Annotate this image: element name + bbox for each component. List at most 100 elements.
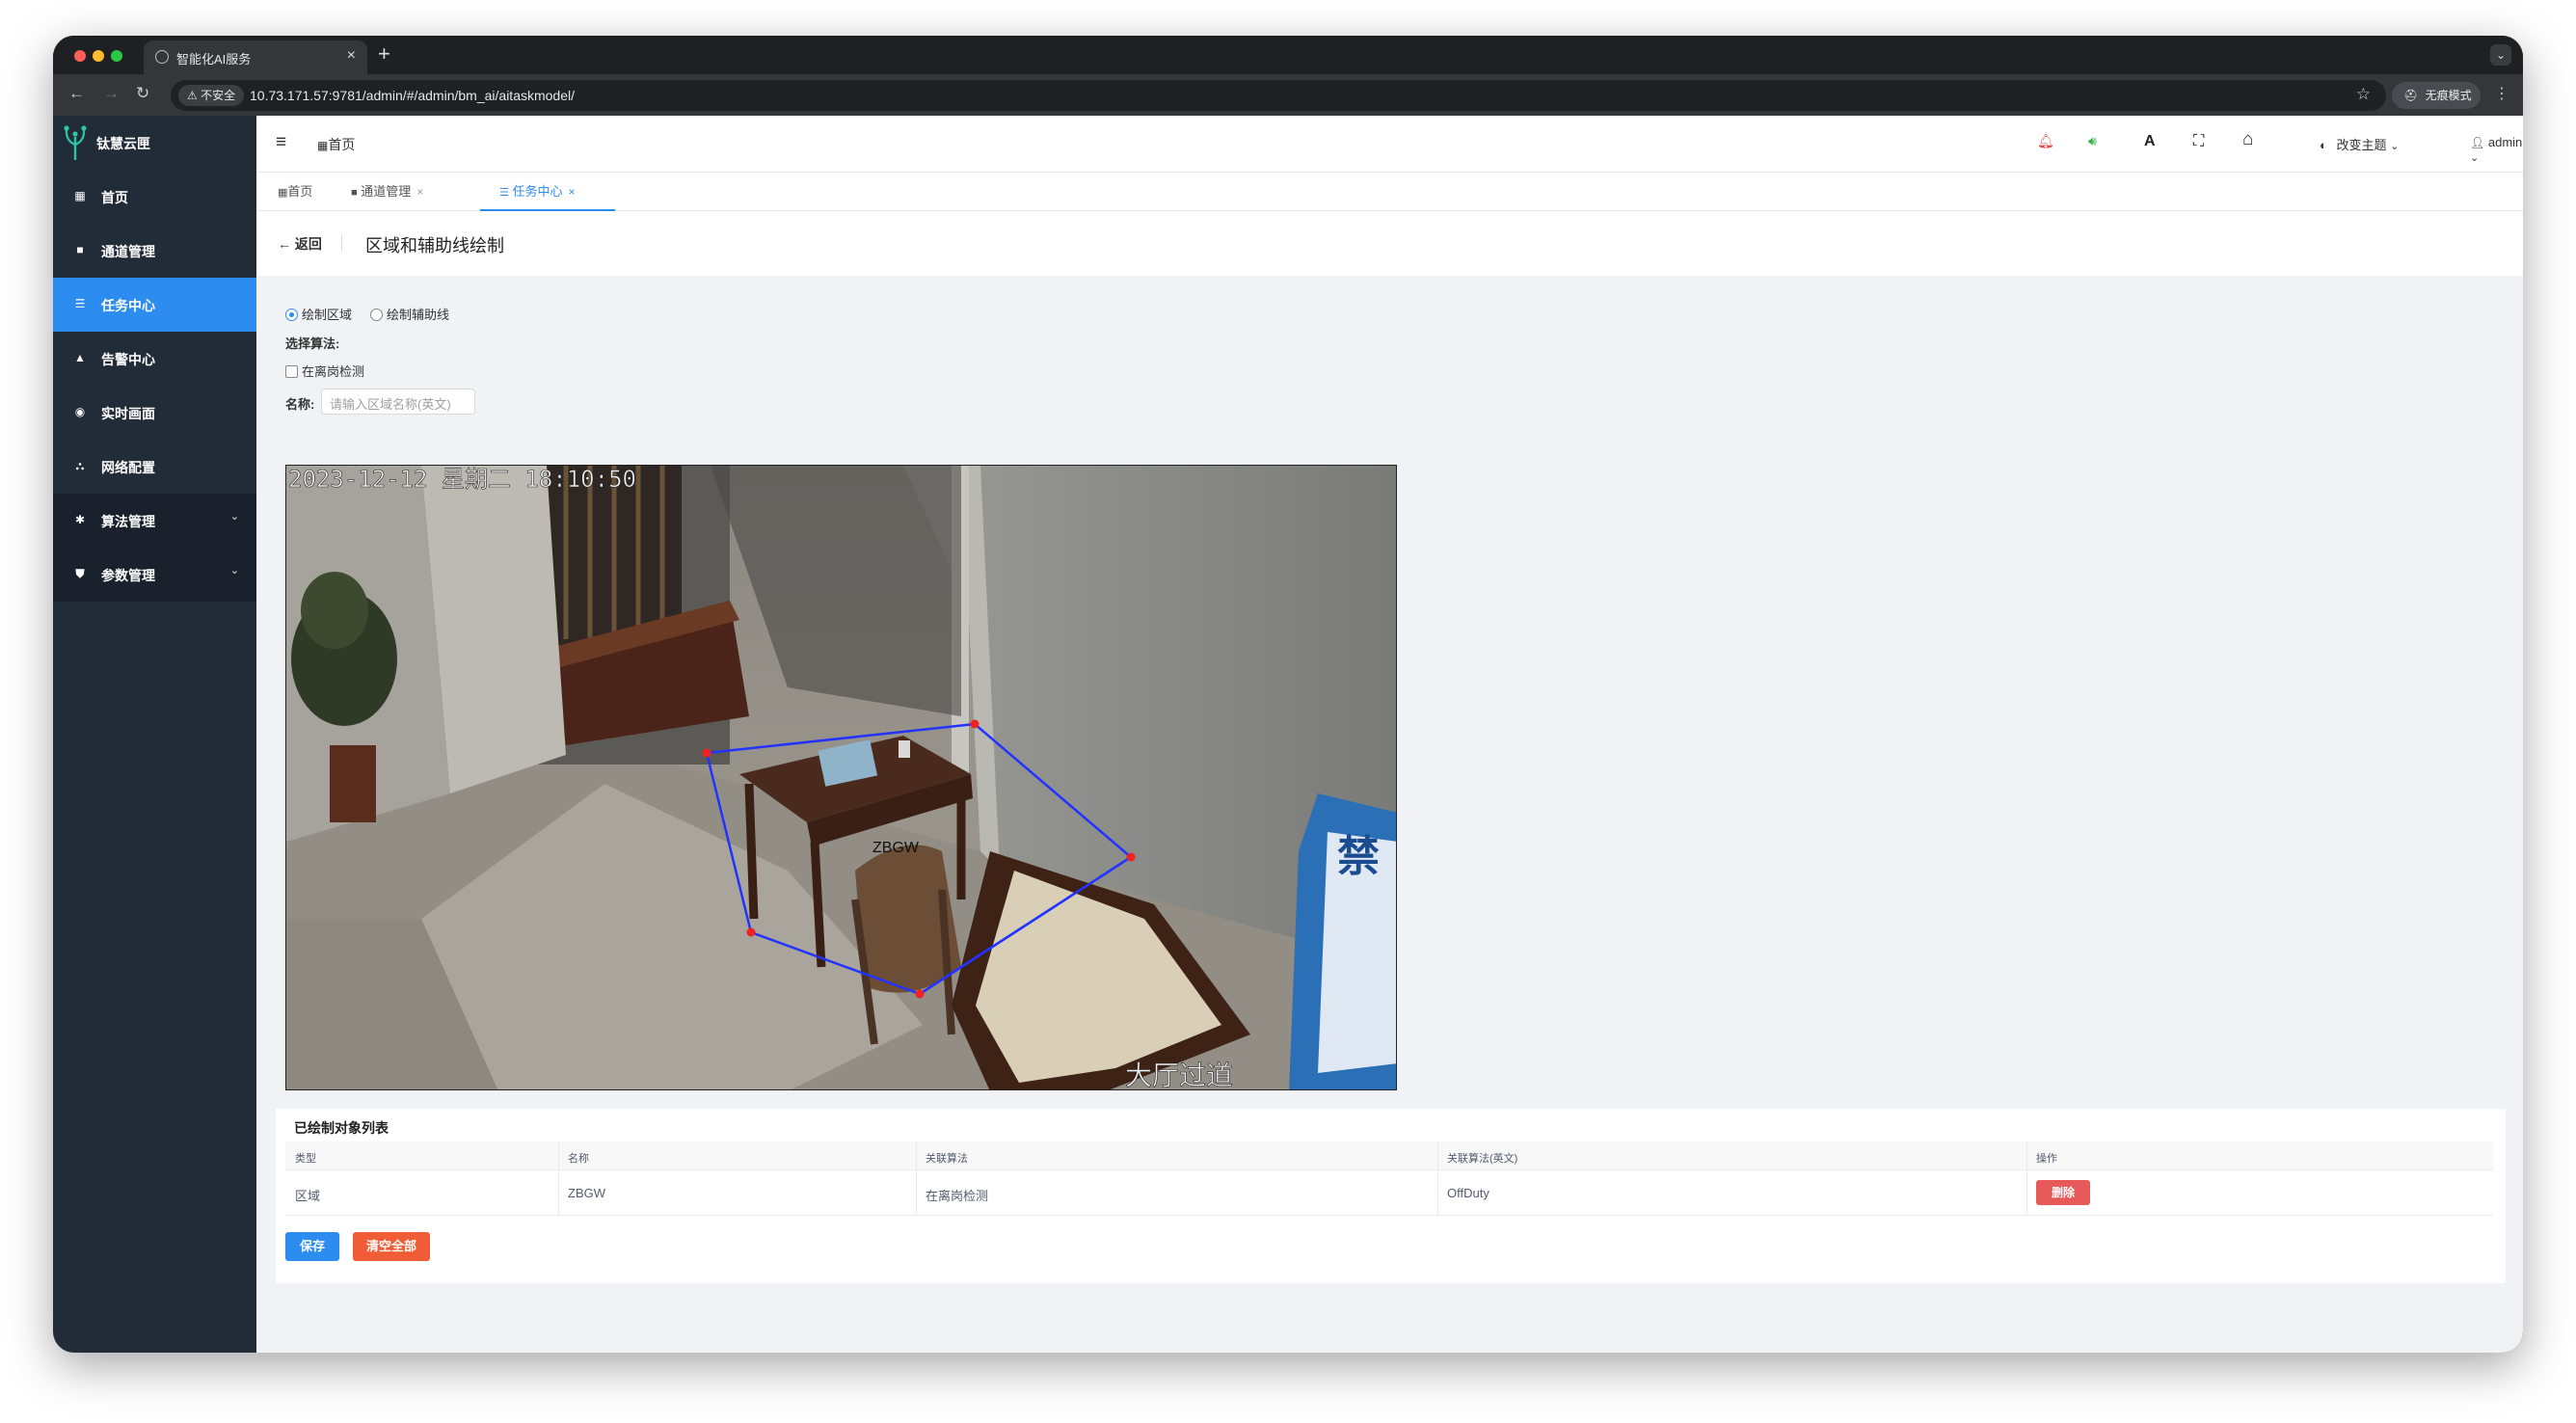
tab-label: 首页 [287,184,313,199]
region-name-input[interactable]: 请输入区域名称(英文) [321,389,475,415]
sidebar-item-2[interactable]: ☰ 任务中心 [53,278,256,332]
bell-icon[interactable]: 🔔︎ [2037,133,2054,149]
sidebar-item-4[interactable]: ◉ 实时画面 [53,386,256,440]
sidebar-item-5[interactable]: ⛬ 网络配置 [53,440,256,494]
close-icon[interactable]: × [569,185,576,199]
tab-search-button[interactable]: ⌄ [2490,44,2511,66]
browser-menu-icon[interactable]: ⋮ [2494,84,2509,103]
osd-location: 大厅过道 [1125,1060,1233,1090]
sidebar-item-3[interactable]: ▲ 告警中心 [53,332,256,386]
breadcrumb-label: 首页 [328,137,356,152]
region-vertex[interactable] [702,748,711,758]
theme-switcher[interactable]: ◐ 改变主题 ⌄ [2320,135,2399,153]
table-header-cell: 操作 [2036,1153,2057,1165]
tab-home[interactable]: ▦首页 [270,173,320,211]
sidebar-item-label: 任务中心 [101,298,155,313]
radio-label: 绘制区域 [302,308,353,322]
drawn-objects-title: 已绘制对象列表 [294,1120,389,1136]
video-camera-icon: ■ [351,187,358,199]
reload-icon[interactable]: ↻ [136,84,149,103]
maximize-window-button[interactable] [111,50,122,62]
volume-icon[interactable]: 🔊︎ [2088,133,2097,149]
task-list-icon: ☰ [499,187,509,199]
close-tab-icon[interactable]: × [347,47,356,65]
browser-titlebar: 智能化AI服务 × + ⌄ [53,36,2523,74]
table-header-cell: 类型 [295,1153,316,1165]
minimize-window-button[interactable] [93,50,104,62]
shield-icon: ⛊ [75,567,85,580]
app-page: 钛慧云匣 ▦ 首页 ■ 通道管理 ☰ 任务中心 ▲ 告警中心 ◉ 实时画面 ⛬ 网络配置 ✱ 算法管理 ⌄ ⛊… [53,116,2523,1353]
home-icon[interactable]: ⌂ [2242,129,2253,150]
close-icon[interactable]: × [416,185,423,199]
drawn-objects-panel: 已绘制对象列表 类型 名称 关联算法 关联算法(英文) 操作 区域 ZBGW 在… [276,1109,2506,1283]
theme-label: 改变主题 [2336,138,2387,152]
osd-timestamp: 2023-12-12 星期二 18:10:50 [288,466,636,493]
algorithm-checkbox-offduty[interactable]: 在离岗检测 [285,362,364,380]
save-button[interactable]: 保存 [285,1232,339,1261]
menu-toggle-icon[interactable]: ≡ [276,132,286,153]
video-camera-icon: ■ [76,243,84,256]
radio-draw-area[interactable]: 绘制区域 [285,305,352,323]
region-vertex[interactable] [970,719,979,729]
fullscreen-icon[interactable]: ⛶ [2193,133,2204,150]
font-size-icon[interactable]: A [2144,133,2156,150]
bookmark-star-icon[interactable]: ☆ [2356,85,2371,104]
new-tab-button[interactable]: + [378,41,390,67]
table-header-cell: 名称 [568,1153,589,1165]
sidebar-item-label: 参数管理 [101,568,155,583]
user-label: admin [2487,135,2523,149]
address-bar[interactable]: ⚠ 不安全 10.73.171.57:9781/admin/#/admin/bm… [171,80,2386,111]
column-divider [2026,1141,2027,1216]
region-vertex[interactable] [915,989,925,999]
grid-icon: ▦ [278,187,288,199]
logo-icon [64,125,87,160]
clear-all-button[interactable]: 清空全部 [353,1232,430,1261]
divider [341,234,342,252]
logo-text: 钛慧云匣 [96,136,150,151]
url-text[interactable]: 10.73.171.57:9781/admin/#/admin/bm_ai/ai… [250,88,575,103]
task-list-icon: ☰ [74,297,86,310]
app-header: ≡ ▦首页 🔔︎ 🔊︎ A ⛶ ⌂ ◐ 改变主题 ⌄ 👤︎ admin ⌄ [256,116,2523,173]
user-menu[interactable]: 👤︎ admin ⌄ [2470,135,2523,164]
close-window-button[interactable] [74,50,86,62]
browser-tab[interactable]: 智能化AI服务 × [144,40,367,74]
sidebar-item-0[interactable]: ▦ 首页 [53,170,256,224]
sidebar-item-7[interactable]: ⛊ 参数管理 ⌄ [53,548,256,602]
browser-tab-title: 智能化AI服务 [176,52,252,67]
browser-toolbar: ← → ↻ ⚠ 不安全 10.73.171.57:9781/admin/#/ad… [53,74,2523,116]
radio-draw-line[interactable]: 绘制辅助线 [370,305,449,323]
browser-window: 智能化AI服务 × + ⌄ ← → ↻ ⚠ 不安全 10.73.171.57:9… [53,36,2523,1353]
table-header-cell: 关联算法 [926,1153,968,1165]
region-vertex[interactable] [1126,852,1136,862]
sidebar-item-label: 算法管理 [101,514,155,529]
back-button[interactable]: ← 返回 [278,234,322,254]
delete-button[interactable]: 删除 [2036,1180,2090,1205]
sidebar-item-1[interactable]: ■ 通道管理 [53,224,256,278]
incognito-badge[interactable]: ⛑ 无痕模式 [2392,82,2481,109]
camera-view[interactable]: 禁 ZBGW 2023-12-12 星期二 18:10:50 大厅过道 [285,465,1397,1090]
page-header: ← 返回 区域和辅助线绘制 [256,211,2523,276]
region-vertex[interactable] [746,927,756,937]
app-logo[interactable]: 钛慧云匣 [53,116,256,170]
sidebar-item-6[interactable]: ✱ 算法管理 ⌄ [53,494,256,548]
page-title: 区域和辅助线绘制 [365,236,504,255]
region-label: ZBGW [872,840,920,856]
cell-name: ZBGW [568,1186,605,1200]
user-icon: 👤︎ [2470,136,2485,149]
grid-icon: ▦ [74,189,86,202]
table-row: 区域 ZBGW 在离岗检测 OffDuty 删除 [285,1170,2493,1216]
cell-algo: 在离岗检测 [926,1189,989,1203]
tab-task-center[interactable]: ☰ 任务中心 × [480,173,615,211]
camera-frame[interactable]: 禁 ZBGW 2023-12-12 星期二 18:10:50 大厅过道 [286,466,1397,1090]
insecure-badge[interactable]: ⚠ 不安全 [178,85,245,106]
back-icon[interactable]: ← [68,84,85,103]
poster-shape: 禁 [1289,793,1396,1089]
chevron-down-icon: ⌄ [2470,152,2480,164]
forward-icon[interactable]: → [103,84,120,103]
breadcrumb[interactable]: ▦首页 [317,135,355,154]
arrow-left-icon: ← [278,236,291,252]
tab-channel-management[interactable]: ■ 通道管理 × [343,173,431,211]
column-divider [558,1141,559,1216]
chevron-down-icon: ⌄ [2390,141,2400,152]
sidebar-item-label: 首页 [101,190,128,205]
